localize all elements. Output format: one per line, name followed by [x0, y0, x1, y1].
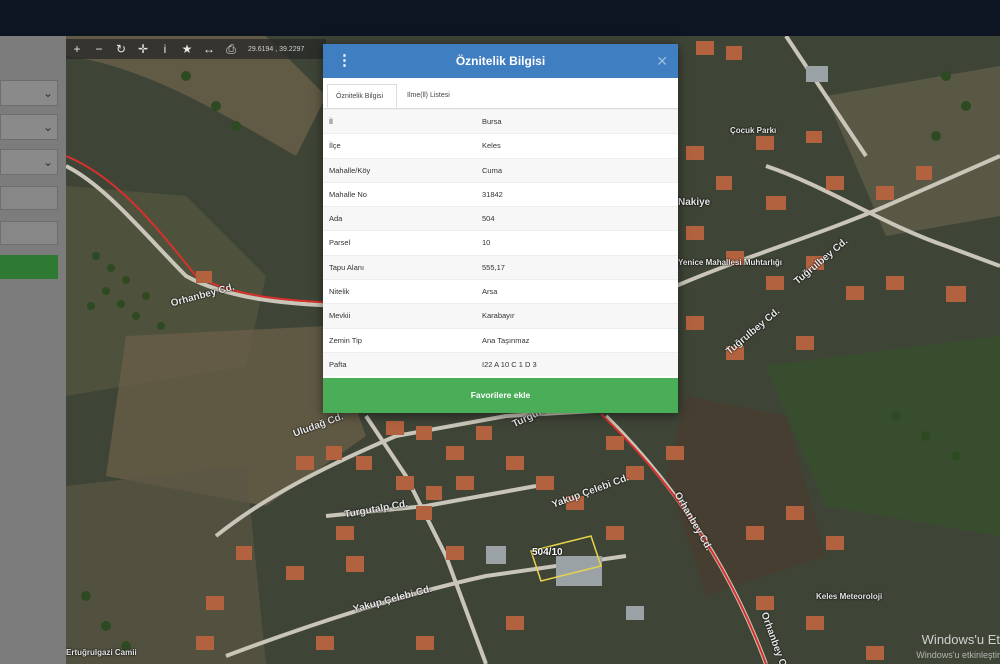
row-key: İlçe	[329, 141, 341, 151]
row-key: Ada	[329, 214, 343, 224]
table-row: İl Bursa	[323, 109, 678, 134]
query-button[interactable]	[0, 255, 58, 279]
dialog-title: Öznitelik Bilgisi	[455, 54, 546, 68]
row-key: Mevkii	[329, 311, 351, 321]
close-icon[interactable]: ✕	[656, 52, 668, 70]
print-icon[interactable]: ⎙	[220, 39, 242, 59]
info-icon[interactable]: i	[154, 39, 176, 59]
row-key: Pafta	[329, 359, 347, 369]
table-row: Mahalle No 31842	[323, 181, 678, 206]
search-field-1[interactable]	[0, 186, 58, 210]
row-key: İl	[329, 117, 333, 126]
filter-select-3[interactable]: ⌄	[0, 149, 58, 175]
chevron-down-icon: ⌄	[42, 86, 53, 100]
row-key: Nitelik	[329, 287, 350, 297]
dialog-header: Öznitelik Bilgisi ⋮ ✕	[323, 44, 678, 78]
poi-label: Nakiye	[678, 197, 711, 208]
star-icon[interactable]: ★	[176, 39, 198, 59]
attribute-table: İl Bursa İlçe Keles Mahalle/Köy Cuma Mahall…	[323, 109, 678, 377]
row-value: I22 A 10 C 1 D 3	[482, 359, 537, 369]
table-row: İlçe Keles	[323, 133, 678, 157]
row-value: 504	[482, 214, 495, 224]
row-value: Bursa	[482, 117, 502, 126]
poi-label: Çocuk Parkı	[730, 126, 777, 135]
row-value: Ana Taşınmaz	[482, 335, 530, 345]
table-row: Pafta I22 A 10 C 1 D 3	[323, 351, 678, 377]
row-value: 31842	[482, 189, 503, 199]
row-value: Cuma	[482, 165, 503, 175]
windows-watermark: Windows'u Et	[921, 632, 1000, 647]
zoom-out-icon[interactable]: −	[88, 39, 110, 59]
row-key: Parsel	[329, 238, 351, 248]
filter-select-2[interactable]: ⌄	[0, 114, 58, 140]
dialog-tabs: Öznitelik Bilgisi Ilme(ll) Listesi	[323, 80, 678, 109]
coordinate-readout: 29.6194 , 39.2297	[248, 45, 305, 53]
table-row: Zemin Tip Ana Taşınmaz	[323, 327, 678, 352]
zoom-in-icon[interactable]: +	[66, 39, 88, 59]
row-key: Tapu Alanı	[329, 262, 365, 272]
poi-label: Ertuğrulgazi Camii	[66, 648, 137, 657]
crosshair-icon[interactable]: ✛	[132, 39, 154, 59]
refresh-icon[interactable]: ↻	[110, 39, 132, 59]
row-value: Arsa	[482, 287, 498, 297]
table-row: Mevkii Karabayır	[323, 303, 678, 328]
row-value: 555,17	[482, 262, 505, 272]
left-panel: ⌄ ⌄ ⌄	[0, 36, 66, 664]
row-value: 10	[482, 238, 491, 248]
row-key: Mahalle No	[329, 189, 367, 199]
top-bar	[0, 0, 1000, 36]
chevron-down-icon: ⌄	[42, 155, 53, 169]
table-row: Parsel 10	[323, 230, 678, 254]
windows-watermark-sub: Windows'u etkinleştir	[916, 650, 1000, 660]
measure-icon[interactable]: ↔	[198, 39, 220, 59]
map-toolbar: + − ↻ ✛ i ★ ↔ ⎙ 29.6194 , 39.2297	[66, 39, 326, 59]
row-value: Keles	[482, 141, 501, 151]
kebab-menu-icon[interactable]: ⋮	[337, 51, 352, 71]
table-row: Tapu Alanı 555,17	[323, 254, 678, 280]
chevron-down-icon: ⌄	[42, 120, 53, 134]
table-row: Nitelik Arsa	[323, 279, 678, 303]
row-key: Zemin Tip	[329, 335, 362, 345]
search-field-2[interactable]	[0, 221, 58, 245]
tab-attribute-info[interactable]: Öznitelik Bilgisi	[327, 84, 397, 108]
add-to-favorites-button[interactable]: Favorilere ekle	[323, 378, 678, 413]
row-key: Mahalle/Köy	[329, 165, 371, 175]
poi-label: Keles Meteoroloji	[816, 592, 883, 601]
table-row: Ada 504	[323, 206, 678, 231]
row-value: Karabayır	[482, 311, 515, 321]
poi-label: Yenice Mahallesi Muhtarlığı	[678, 258, 783, 267]
filter-select-1[interactable]: ⌄	[0, 80, 58, 106]
tab-owner-list[interactable]: Ilme(ll) Listesi	[399, 84, 479, 108]
table-row: Mahalle/Köy Cuma	[323, 157, 678, 182]
attribute-info-dialog: Öznitelik Bilgisi ⋮ ✕ Öznitelik Bilgisi …	[323, 44, 678, 413]
parcel-label: 504/10	[532, 547, 563, 558]
